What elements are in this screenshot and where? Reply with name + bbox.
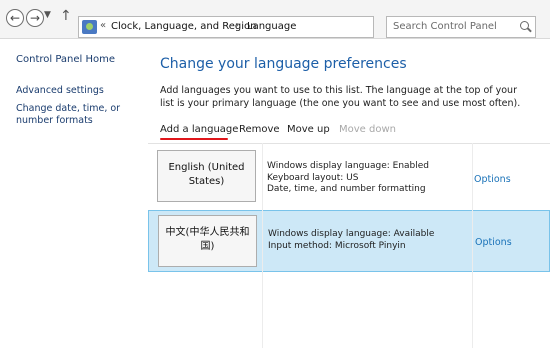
back-arrow-icon[interactable]: ← <box>6 9 24 27</box>
search-placeholder: Search Control Panel <box>393 21 497 32</box>
column-divider <box>262 143 263 348</box>
language-info: Windows display language: Available Inpu… <box>268 229 434 252</box>
options-link[interactable]: Options <box>475 237 512 248</box>
language-row-chinese[interactable]: 中文(中华人民共和国) Windows display language: Av… <box>148 210 550 272</box>
options-link[interactable]: Options <box>474 174 511 185</box>
breadcrumb[interactable]: « Clock, Language, and Region › Language… <box>78 16 446 38</box>
breadcrumb-language[interactable]: Language <box>247 21 296 32</box>
recent-pages-chevron-down-icon[interactable]: ▼ <box>44 10 51 20</box>
address-bar: ← → ▼ ↑ « Clock, Language, and Region › … <box>0 0 550 39</box>
change-date-time-formats-link[interactable]: Change date, time, or number formats <box>16 103 146 127</box>
display-language-status: Windows display language: Available <box>268 229 435 239</box>
annotation-underline <box>160 138 228 140</box>
keyboard-layout: Keyboard layout: US <box>267 172 359 183</box>
up-arrow-icon[interactable]: ↑ <box>60 8 72 24</box>
language-row-english[interactable]: English (United States) Windows display … <box>148 147 550 207</box>
move-up-button[interactable]: Move up <box>287 124 330 135</box>
sidebar: Control Panel Home Advanced settings Cha… <box>16 54 146 133</box>
advanced-settings-link[interactable]: Advanced settings <box>16 85 146 97</box>
formatting-info: Date, time, and number formatting <box>267 184 426 194</box>
remove-button[interactable]: Remove <box>239 124 280 135</box>
language-info: Windows display language: Enabled Keyboa… <box>267 161 429 196</box>
control-panel-icon <box>82 20 97 34</box>
column-divider <box>472 143 473 348</box>
add-language-button[interactable]: Add a language <box>160 124 238 135</box>
display-language-status: Windows display language: Enabled <box>267 161 430 171</box>
search-icon[interactable] <box>520 21 529 30</box>
language-tile[interactable]: English (United States) <box>157 150 256 202</box>
input-method: Input method: Microsoft Pinyin <box>268 240 406 251</box>
page-title: Change your language preferences <box>160 56 407 72</box>
language-tile[interactable]: 中文(中华人民共和国) <box>158 215 257 267</box>
move-down-button[interactable]: Move down <box>339 124 396 135</box>
search-input[interactable]: Search Control Panel <box>386 16 536 38</box>
breadcrumb-overflow-chevron[interactable]: « <box>100 20 106 31</box>
chevron-right-icon[interactable]: › <box>235 20 239 31</box>
page-description: Add languages you want to use to this li… <box>160 85 521 109</box>
forward-arrow-icon[interactable]: → <box>26 9 44 27</box>
language-list: English (United States) Windows display … <box>148 143 550 349</box>
control-panel-home-link[interactable]: Control Panel Home <box>16 54 146 65</box>
